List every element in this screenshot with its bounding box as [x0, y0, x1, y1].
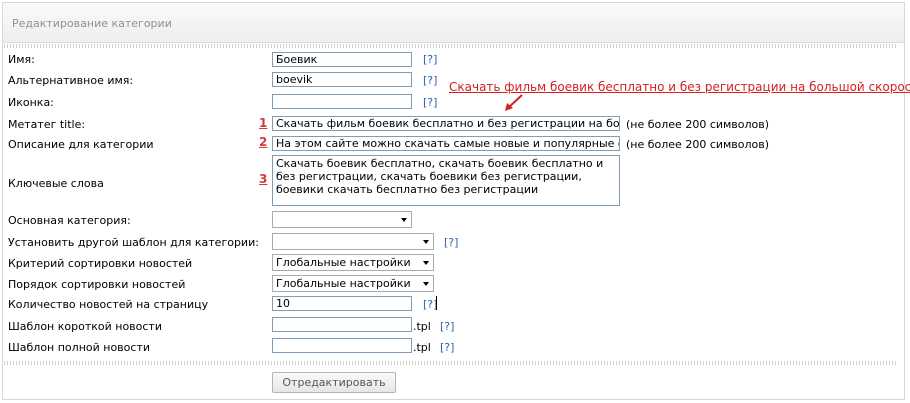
- full-tpl-input[interactable]: [272, 338, 412, 353]
- panel-header: Редактирование категории: [3, 3, 904, 43]
- sort-criteria-select[interactable]: Глобальные настройки: [272, 254, 434, 271]
- top-separator: [4, 44, 897, 48]
- description-label: Описание для категории: [8, 138, 154, 151]
- template-select[interactable]: [272, 233, 434, 250]
- full-tpl-help-link[interactable]: [?]: [440, 341, 454, 354]
- alt-name-help-link[interactable]: [?]: [423, 74, 437, 87]
- chevron-down-icon: [423, 282, 429, 286]
- meta-title-input[interactable]: Скачать фильм боевик бесплатно и без рег…: [272, 116, 620, 131]
- annotation-marker-1: 1: [259, 116, 268, 130]
- annotation-marker-3: 3: [259, 172, 268, 186]
- short-tpl-input[interactable]: [272, 317, 412, 332]
- annotation-arrow-icon: [505, 94, 523, 111]
- annotation-link[interactable]: Скачать фильм боевик бесплатно и без рег…: [449, 80, 910, 94]
- full-tpl-label: Шаблон полной новости: [8, 341, 150, 354]
- template-help-link[interactable]: [?]: [444, 236, 458, 249]
- per-page-label: Количество новостей на страницу: [8, 298, 209, 311]
- short-tpl-help-link[interactable]: [?]: [440, 320, 454, 333]
- meta-title-label: Метатег title:: [8, 118, 86, 131]
- alt-name-input[interactable]: boevik: [272, 72, 412, 87]
- keywords-textarea[interactable]: Скачать боевик бесплатно, скачать боевик…: [272, 155, 620, 206]
- sort-criteria-label: Критерий сортировки новостей: [8, 257, 193, 270]
- name-help-link[interactable]: [?]: [423, 53, 437, 66]
- sort-order-select[interactable]: Глобальные настройки: [272, 275, 434, 292]
- template-label: Установить другой шаблон для категории:: [8, 236, 259, 249]
- full-tpl-suffix: .tpl: [413, 341, 431, 354]
- parent-category-select[interactable]: [272, 211, 412, 228]
- short-tpl-label: Шаблон короткой новости: [8, 320, 162, 333]
- chevron-down-icon: [423, 240, 429, 244]
- meta-title-note: (не более 200 символов): [626, 118, 770, 131]
- keywords-label: Ключевые слова: [8, 177, 104, 190]
- description-input[interactable]: На этом сайте можно скачать самые новые …: [272, 136, 620, 151]
- panel-title: Редактирование категории: [12, 17, 172, 30]
- icon-input[interactable]: [272, 94, 412, 109]
- sort-criteria-value: Глобальные настройки: [276, 256, 411, 269]
- sort-order-label: Порядок сортировки новостей: [8, 278, 186, 291]
- chevron-down-icon: [423, 261, 429, 265]
- chevron-down-icon: [401, 218, 407, 222]
- per-page-input[interactable]: 10: [272, 296, 412, 311]
- description-note: (не более 200 символов): [626, 138, 770, 151]
- alt-name-label: Альтернативное имя:: [8, 74, 134, 87]
- text-cursor: [436, 296, 437, 310]
- annotation-marker-2: 2: [259, 135, 268, 149]
- bottom-separator: [4, 361, 897, 365]
- name-label: Имя:: [8, 53, 35, 66]
- parent-category-label: Основная категория:: [8, 214, 131, 227]
- short-tpl-suffix: .tpl: [413, 320, 431, 333]
- icon-label: Иконка:: [8, 96, 54, 109]
- sort-order-value: Глобальные настройки: [276, 277, 411, 290]
- submit-button[interactable]: Отредактировать: [272, 372, 396, 393]
- name-input[interactable]: Боевик: [272, 52, 412, 67]
- icon-help-link[interactable]: [?]: [423, 96, 437, 109]
